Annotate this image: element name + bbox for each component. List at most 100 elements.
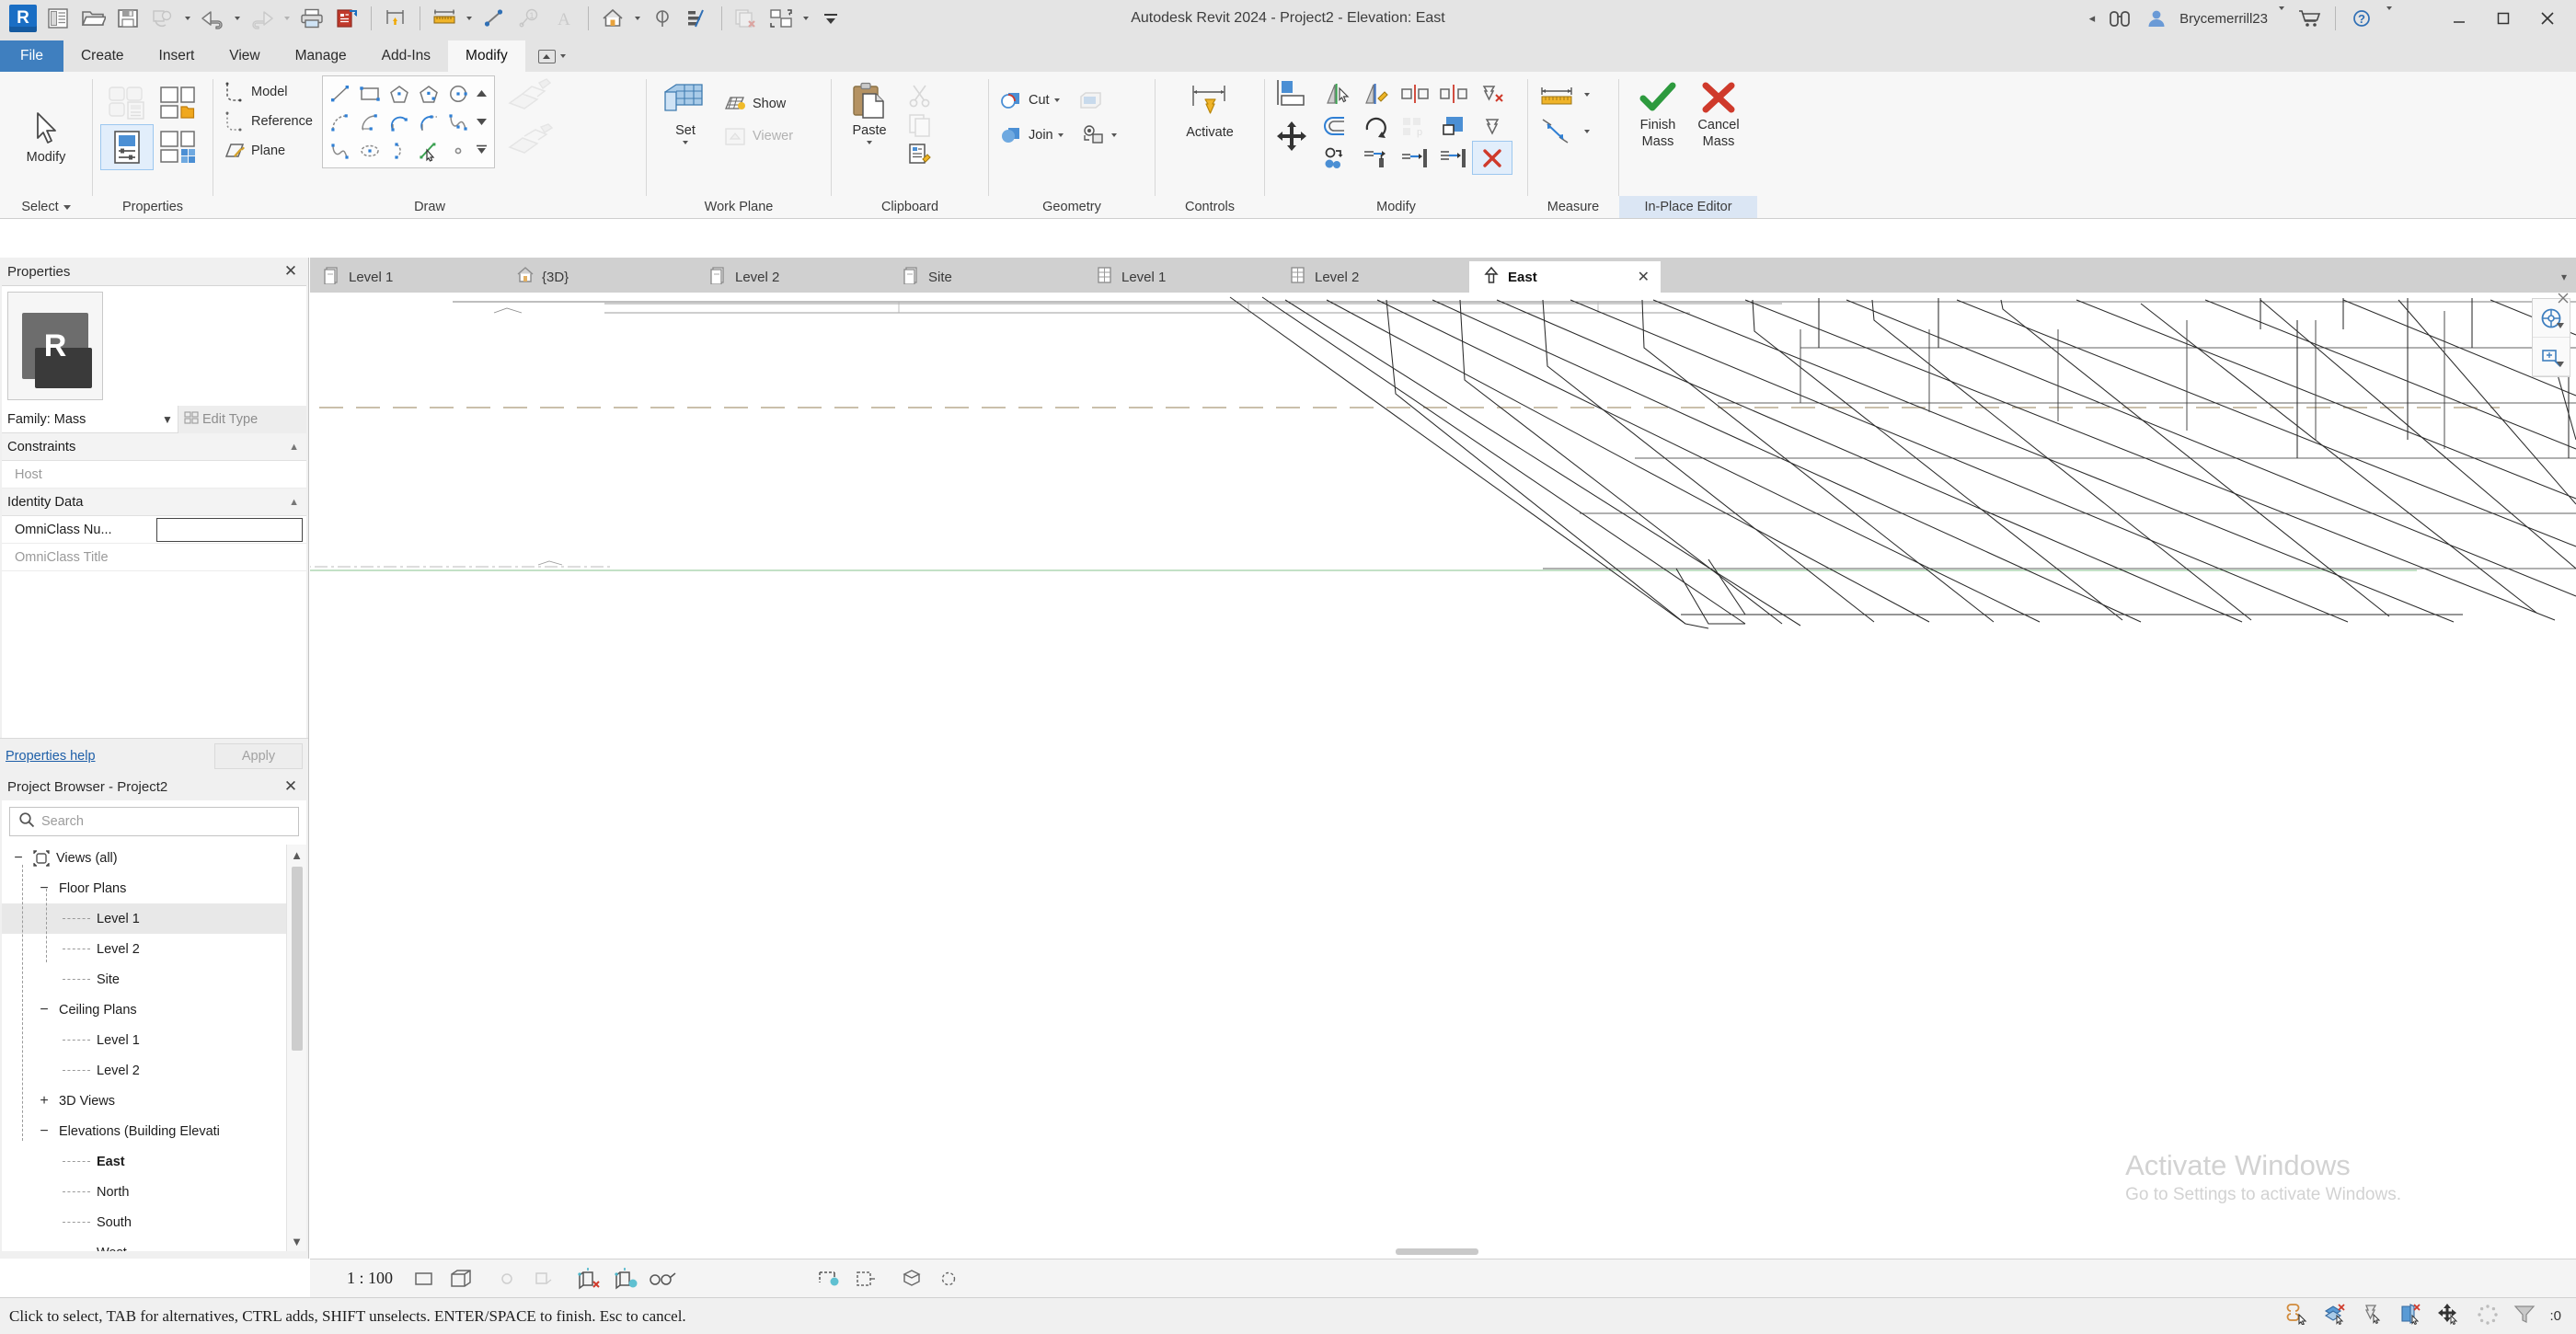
worksets-icon[interactable] [2476,1303,2500,1329]
ribbon-display-options[interactable] [525,40,579,72]
browser-item-west[interactable]: West [2,1237,306,1251]
view-tab-east[interactable]: East✕ [1469,261,1661,293]
sync-dropdown-arrow-icon[interactable] [180,2,195,35]
view-scale-label[interactable]: 1 : 100 [310,1269,406,1288]
draw-fillet-arc-icon[interactable] [414,108,443,136]
undo-icon[interactable] [195,2,230,35]
view-tab-level-2[interactable]: Level 2 [1276,261,1469,293]
help-icon[interactable]: ? [2344,2,2379,35]
property-value-omniclass-title[interactable] [156,544,306,571]
collapse-node-icon[interactable]: − [37,1124,52,1139]
unpin-icon[interactable] [1473,77,1512,109]
close-button[interactable] [2526,0,2569,37]
collapse-node-icon[interactable]: − [37,881,52,896]
expand-node-icon[interactable]: + [37,1094,52,1109]
detail-level-icon[interactable] [406,1259,443,1298]
customize-qat-icon[interactable] [813,2,848,35]
scale-icon[interactable] [1434,109,1473,142]
account-dropdown-arrow-icon[interactable] [2273,10,2290,27]
steering-wheel-dropdown-arrow-icon[interactable] [2557,316,2564,333]
user-name-label[interactable]: Brycemerrill23 [2176,11,2271,27]
hide-crop-boundaries-icon[interactable] [930,1259,967,1298]
browser-item-site[interactable]: Site [2,964,306,995]
project-browser-search[interactable]: Search [9,807,299,836]
paste-button[interactable]: Paste [841,77,898,148]
browser-item-east[interactable]: East [2,1146,306,1177]
redo-icon[interactable] [245,2,280,35]
filter-icon[interactable] [2513,1303,2536,1329]
set-dropdown-arrow-icon[interactable] [683,141,688,144]
family-types-icon[interactable] [153,81,204,125]
draw-circumscribed-polygon-icon[interactable] [414,79,443,108]
cut-clipboard-icon[interactable] [905,83,935,109]
scroll-down-arrow-icon[interactable]: ▼ [291,1231,303,1251]
draw-reference-button[interactable]: Reference [223,108,313,135]
browser-item-south[interactable]: South [2,1207,306,1237]
edit-type-button[interactable]: Edit Type [178,406,306,433]
redo-dropdown-arrow-icon[interactable] [280,2,294,35]
paste-dropdown-arrow-icon[interactable] [867,141,872,144]
measure-between-icon[interactable] [378,2,413,35]
offset-icon[interactable] [1318,109,1357,142]
finish-mass-button[interactable]: Finish Mass [1629,75,1686,153]
align-icon[interactable] [1274,77,1313,110]
new-project-icon[interactable] [40,2,75,35]
browser-item-elevations-building-elevati[interactable]: −Elevations (Building Elevati [2,1116,306,1146]
visual-style-icon[interactable] [443,1259,479,1298]
draw-partial-ellipse-icon[interactable] [385,136,414,165]
tab-insert[interactable]: Insert [142,40,213,72]
draw-point-element-icon[interactable] [443,136,473,165]
set-work-plane-button[interactable]: Set [656,77,715,148]
print-icon[interactable] [294,2,329,35]
sync-with-central-icon[interactable] [145,2,180,35]
family-selector-chevron-down-icon[interactable]: ▼ [157,413,178,426]
group-collapse-icon-2[interactable]: ▲ [289,497,299,508]
open-file-icon[interactable] [75,2,110,35]
browser-item-level-2[interactable]: Level 2 [2,1055,306,1086]
crop-view-icon[interactable] [608,1259,645,1298]
scroll-up-arrow-icon[interactable]: ▲ [291,845,303,865]
draw-circle-icon[interactable] [443,79,473,108]
section-icon[interactable] [645,2,680,35]
switch-windows-dropdown-arrow-icon[interactable] [799,2,813,35]
scrollbar-thumb[interactable] [292,867,303,1051]
trim-extend-single-icon[interactable] [1357,142,1396,174]
browser-item-floor-plans[interactable]: −Floor Plans [2,873,306,903]
temporary-view-properties-icon[interactable] [893,1259,930,1298]
shadows-off-icon[interactable] [525,1259,562,1298]
draw-rectangle-icon[interactable] [355,79,385,108]
switch-windows-icon[interactable] [764,2,799,35]
properties-group-identity-data[interactable]: Identity Data ▲ [2,489,306,516]
tab-view[interactable]: View [212,40,277,72]
project-browser-scrollbar[interactable]: ▲ ▼ [286,845,306,1251]
select-links-icon[interactable] [2286,1303,2310,1329]
properties-close-icon[interactable]: ✕ [281,262,301,281]
zoom-dropdown-arrow-icon[interactable] [2557,355,2564,372]
property-value-omniclass-number[interactable] [156,518,303,542]
type-properties-icon[interactable] [101,81,153,125]
geometry-more-dropdown-arrow-icon[interactable] [1111,133,1117,137]
aligned-dimension-icon[interactable] [427,2,462,35]
view-tab-level-2[interactable]: Level 2 [696,261,890,293]
tab-create[interactable]: Create [63,40,142,72]
properties-group-constraints[interactable]: Constraints ▲ [2,433,306,461]
mirror-pick-axis-icon[interactable] [1318,77,1357,109]
collapse-ribbon-arrow-icon[interactable]: ◂ [2084,11,2101,26]
view-tab-3d[interactable]: {3D} [503,261,696,293]
drag-elements-on-selection-icon[interactable] [2437,1303,2463,1329]
move-icon[interactable] [1274,120,1313,153]
copy-clipboard-icon[interactable] [905,112,935,138]
panel-select-label[interactable]: Select [0,196,92,218]
apply-button[interactable]: Apply [214,743,303,769]
trim-extend-multiple-icon[interactable] [1396,142,1434,174]
activate-button[interactable]: Activate [1180,79,1239,144]
dimension-dropdown-arrow-icon[interactable] [462,2,477,35]
view-tab-close-icon[interactable]: ✕ [1638,268,1650,286]
measure-along-element-button[interactable] [1537,118,1590,145]
create-form-icon[interactable] [504,77,554,118]
group-collapse-icon[interactable]: ▲ [289,442,299,453]
draw-ellipse-icon[interactable] [355,136,385,165]
collapse-node-icon[interactable]: − [11,851,26,866]
copy-icon[interactable] [1318,142,1357,174]
browser-item-level-1[interactable]: Level 1 [2,1025,306,1055]
